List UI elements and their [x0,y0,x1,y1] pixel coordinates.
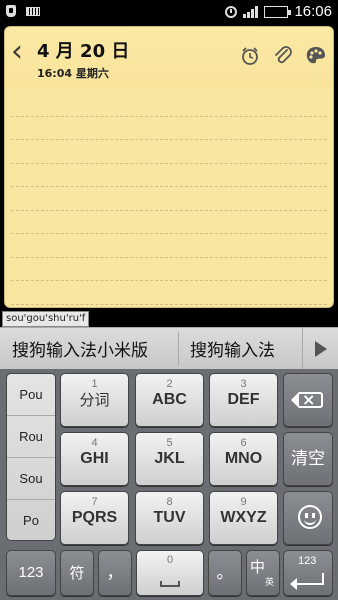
keyboard: Pou Rou Sou Po 1 分词 2 ABC 3 DEF 4 GHI 5 … [0,369,338,600]
candidate-1[interactable]: 搜狗输入法小米版 [12,336,148,361]
key-6[interactable]: 6 MNO [209,432,278,486]
candidate-2[interactable]: 搜狗输入法 [190,336,275,361]
key-9[interactable]: 9 WXYZ [209,491,278,545]
signal-icon [243,5,259,18]
key-7[interactable]: 7 PQRS [60,491,129,545]
pinyin-options-column: Pou Rou Sou Po [6,373,56,541]
note-date: 4 月 20 日 [37,41,130,62]
note-paper: ‹ 4 月 20 日 16:04 星期六 [4,26,334,308]
pinyin-option[interactable]: Po [7,500,55,542]
pinyin-option[interactable]: Rou [7,416,55,458]
notification-icon [6,5,16,17]
key-1[interactable]: 1 分词 [60,373,129,427]
emoji-key[interactable] [283,491,333,545]
status-bar: 16:06 [0,0,338,24]
language-switch-key[interactable]: 中 英 [246,550,280,596]
back-chevron-icon[interactable]: ‹ [11,37,23,67]
paperclip-icon[interactable] [270,43,296,69]
symbol-key[interactable]: 符 [60,550,94,596]
palette-icon[interactable] [303,43,329,69]
pinyin-tooltip: sou'gou'shu'ru'f [2,311,90,327]
note-time-weekday: 16:04 星期六 [37,67,109,80]
candidate-separator [178,332,179,366]
smiley-icon [298,505,322,529]
pinyin-option[interactable]: Sou [7,458,55,500]
backspace-icon [291,390,323,409]
key-4[interactable]: 4 GHI [60,432,129,486]
alarm-icon [225,5,238,18]
enter-key[interactable]: 123 [283,550,333,596]
backspace-key[interactable] [283,373,333,427]
candidate-bar: 搜狗输入法小米版 搜狗输入法 [0,327,338,370]
comma-key[interactable]: ， [98,550,132,596]
clear-key[interactable]: 清空 [283,432,333,486]
period-key[interactable]: 。 [208,550,242,596]
note-body[interactable] [11,93,327,307]
key-2[interactable]: 2 ABC [135,373,204,427]
more-candidates-arrow-icon[interactable] [302,328,338,370]
keyboard-icon [26,6,40,16]
key-8[interactable]: 8 TUV [135,491,204,545]
alarm-clock-icon[interactable] [237,43,263,69]
status-time: 16:06 [294,3,332,20]
key-3[interactable]: 3 DEF [209,373,278,427]
numeric-mode-key[interactable]: 123 [6,550,56,596]
status-left [6,5,40,17]
space-icon [160,581,180,587]
key-5[interactable]: 5 JKL [135,432,204,486]
space-key[interactable]: 0 [136,550,204,596]
pinyin-option[interactable]: Pou [7,374,55,416]
battery-icon [264,5,292,18]
note-header: ‹ 4 月 20 日 16:04 星期六 [5,27,333,89]
enter-arrow-icon [290,573,324,590]
status-right: 16:06 [225,3,332,20]
